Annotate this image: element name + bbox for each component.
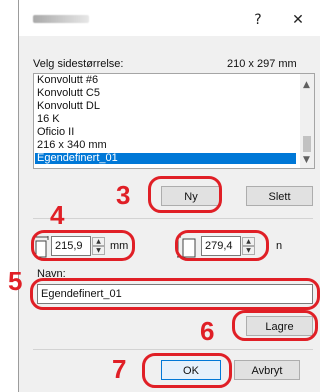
divider bbox=[33, 349, 313, 350]
highlight-height-field bbox=[175, 230, 269, 261]
callout-3: 3 bbox=[116, 180, 131, 210]
highlight-name-field bbox=[30, 278, 320, 310]
list-item[interactable]: Konvolutt C5 bbox=[37, 88, 100, 99]
callout-5: 5 bbox=[8, 266, 23, 296]
list-item[interactable]: Konvolutt DL bbox=[37, 101, 100, 112]
list-item[interactable]: Oficio II bbox=[37, 127, 74, 138]
list-scrollbar[interactable]: ▲ ▼ bbox=[300, 74, 314, 168]
callout-7: 7 bbox=[112, 354, 127, 384]
highlight-ok-button bbox=[142, 353, 232, 388]
list-item[interactable]: Konvolutt #6 bbox=[37, 75, 98, 86]
delete-button[interactable]: Slett bbox=[246, 186, 313, 206]
scroll-down-icon[interactable]: ▼ bbox=[303, 155, 310, 165]
divider bbox=[33, 218, 313, 219]
close-icon[interactable]: ✕ bbox=[283, 10, 313, 30]
current-size-readout: 210 x 297 mm bbox=[227, 58, 297, 70]
list-item[interactable]: 16 K bbox=[37, 114, 60, 125]
callout-4: 4 bbox=[50, 200, 65, 230]
title-bar: ? ✕ bbox=[19, 0, 320, 36]
select-size-label: Velg sidestørrelse: bbox=[33, 58, 124, 70]
blurred-window-title bbox=[33, 15, 89, 23]
highlight-width-field bbox=[31, 230, 135, 261]
help-icon[interactable]: ? bbox=[243, 10, 273, 30]
scroll-up-icon[interactable]: ▲ bbox=[303, 80, 310, 90]
scroll-thumb[interactable] bbox=[303, 136, 311, 152]
cancel-button[interactable]: Avbryt bbox=[234, 360, 300, 380]
height-unit-label: n bbox=[276, 240, 283, 252]
callout-6: 6 bbox=[200, 316, 215, 346]
highlight-save-button bbox=[232, 310, 318, 341]
paper-size-list[interactable]: Konvolutt #6 Konvolutt C5 Konvolutt DL 1… bbox=[33, 73, 315, 169]
highlight-new-button bbox=[148, 176, 222, 213]
list-item-selected[interactable]: Egendefinert_01 bbox=[35, 153, 296, 164]
list-item[interactable]: 216 x 340 mm bbox=[37, 140, 107, 151]
